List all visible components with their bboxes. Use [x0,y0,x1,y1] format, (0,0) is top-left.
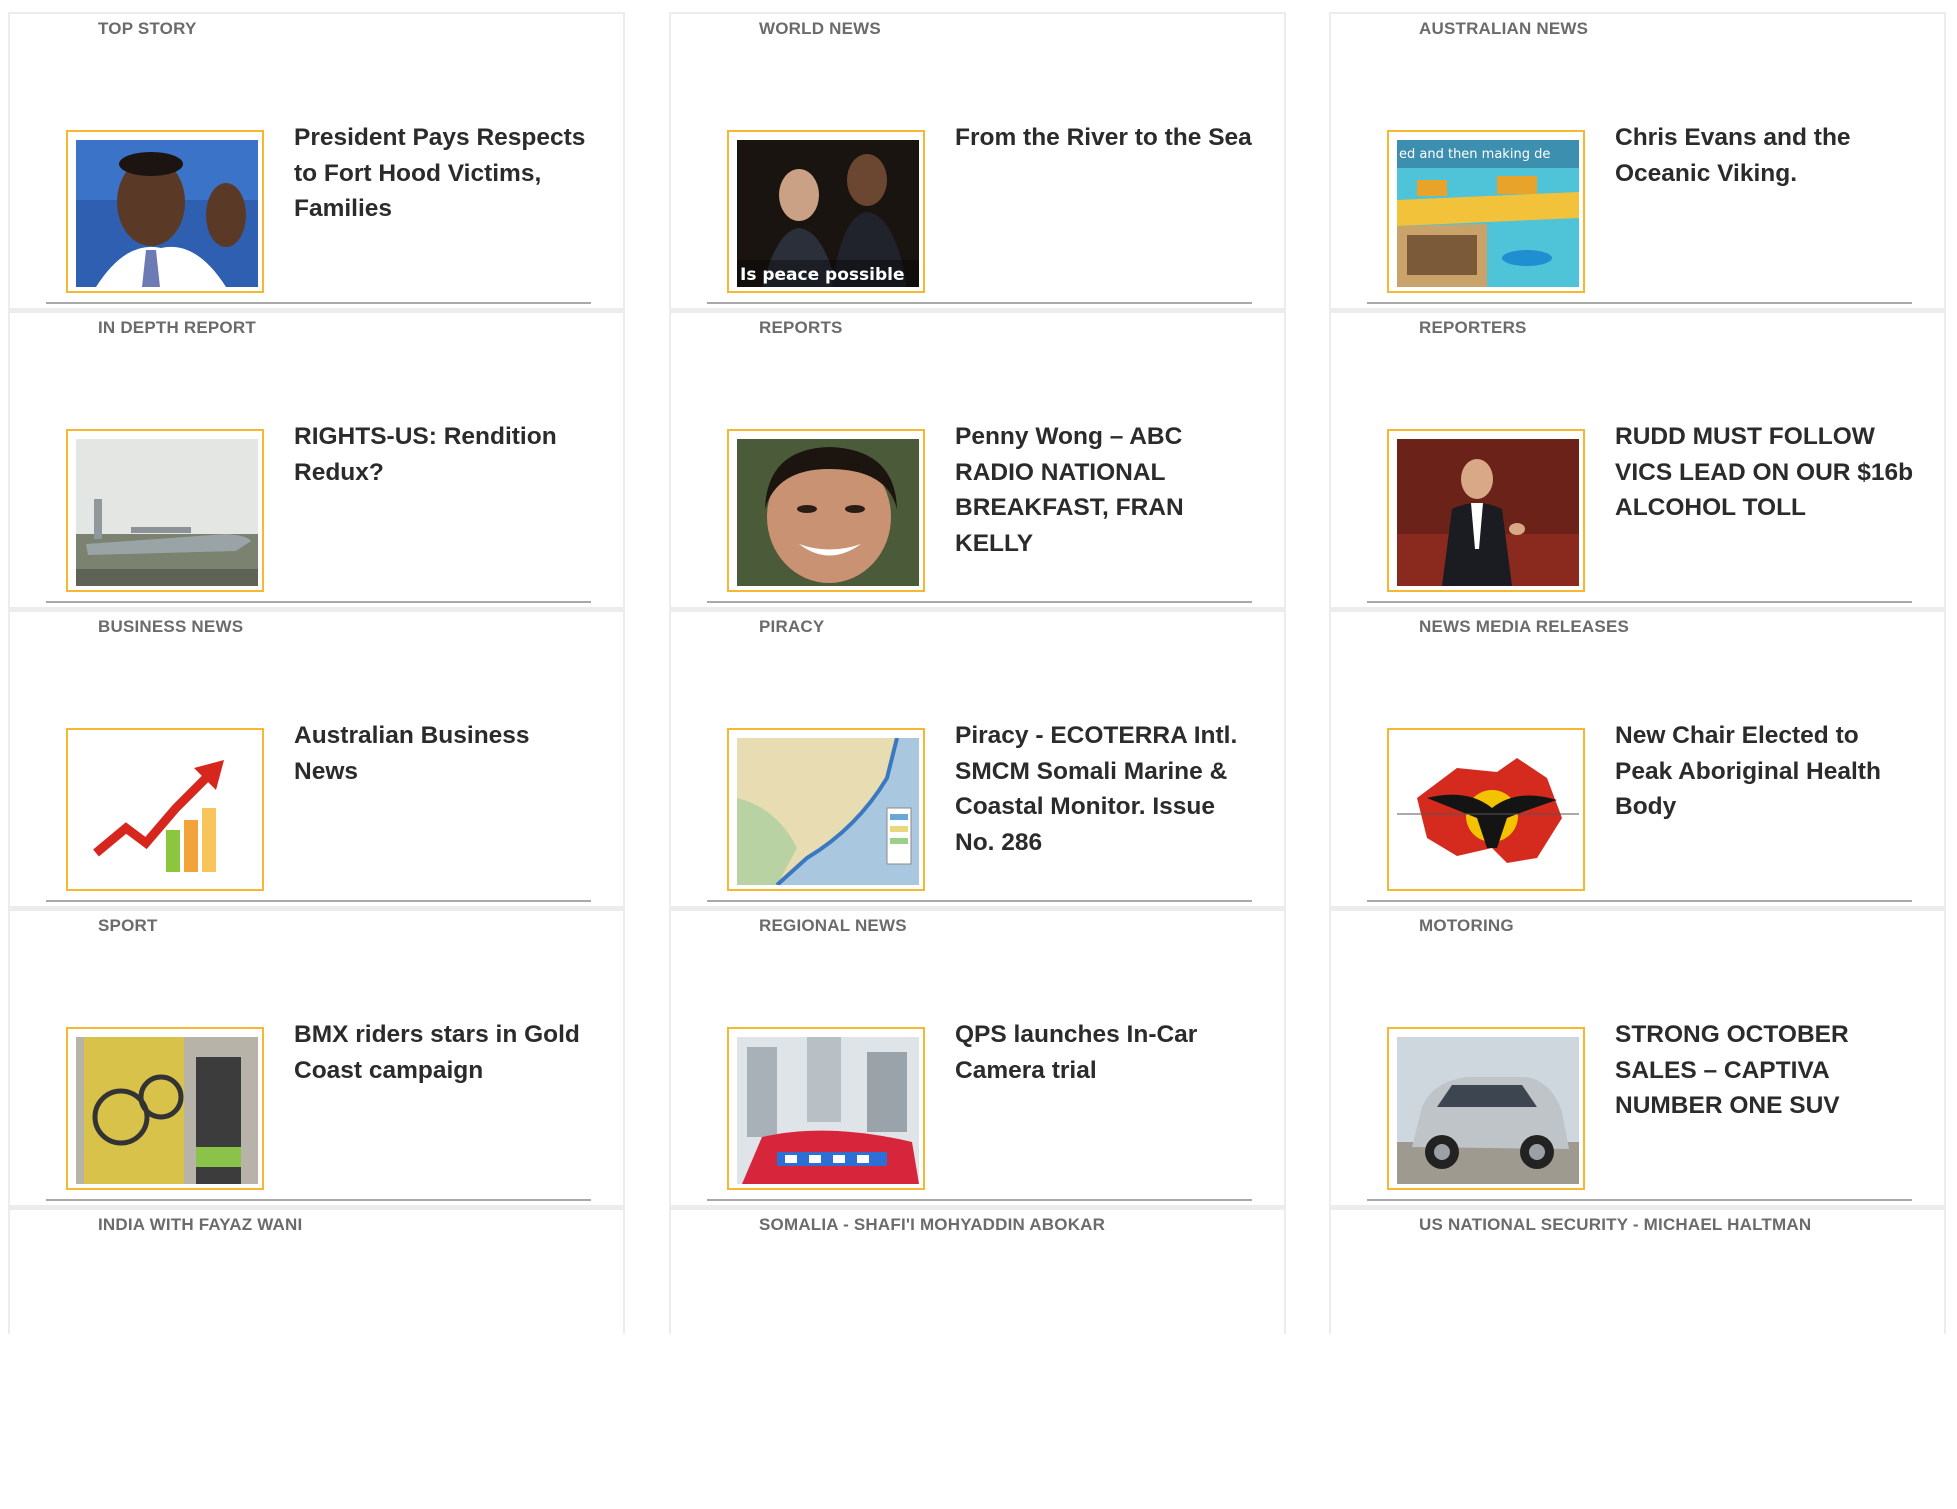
news-section: REGIONAL NEWS QPS launches In-Car Camera… [671,911,1284,1210]
section-divider [707,601,1252,603]
story-headline-link[interactable]: Piracy - ECOTERRA Intl. SMCM Somali Mari… [955,718,1255,860]
section-label: AUSTRALIAN NEWS [1419,19,1588,39]
story-thumbnail[interactable] [66,728,264,891]
news-column-2: WORLD NEWS Is peace possible From the Ri… [669,12,1286,1334]
bmx-poster-icon [76,1037,258,1184]
section-label: PIRACY [759,617,824,637]
story-headline-link[interactable]: President Pays Respects to Fort Hood Vic… [294,120,594,227]
section-divider [46,601,591,603]
section-label: SOMALIA - SHAFI'I MOHYADDIN ABOKAR [759,1215,1105,1235]
news-section: SOMALIA - SHAFI'I MOHYADDIN ABOKAR [671,1210,1284,1509]
section-label: REPORTS [759,318,843,338]
story-headline-link[interactable]: BMX riders stars in Gold Coast campaign [294,1017,594,1088]
story-thumbnail[interactable] [66,1027,264,1190]
news-section: PIRACY Piracy - ECOTERRA Intl. SMCM Soma… [671,612,1284,911]
story-thumbnail[interactable] [1387,728,1585,891]
section-divider [1367,900,1912,902]
parliament-photo-icon [1397,439,1579,586]
news-section: BUSINESS NEWS Australian Business News [10,612,623,911]
map-icon [737,738,919,885]
section-divider [46,900,591,902]
story-headline-link[interactable]: STRONG OCTOBER SALES – CAPTIVA NUMBER ON… [1615,1017,1915,1124]
story-headline-link[interactable]: RUDD MUST FOLLOW VICS LEAD ON OUR $16b A… [1615,419,1915,526]
story-headline-link[interactable]: New Chair Elected to Peak Aboriginal Hea… [1615,718,1915,825]
section-divider [707,1199,1252,1201]
story-thumbnail[interactable] [727,728,925,891]
news-column-3: AUSTRALIAN NEWS ed and then making de Ch… [1329,12,1946,1334]
news-section: INDIA WITH FAYAZ WANI [10,1210,623,1509]
story-headline-link[interactable]: From the River to the Sea [955,120,1255,156]
section-label: NEWS MEDIA RELEASES [1419,617,1629,637]
news-section: WORLD NEWS Is peace possible From the Ri… [671,14,1284,313]
police-car-icon [737,1037,919,1184]
section-divider [1367,601,1912,603]
news-section: REPORTERS RUDD MUST FOLLOW VICS LEAD ON … [1331,313,1944,612]
section-label: REPORTERS [1419,318,1527,338]
news-section: MOTORING STRONG OCTOBER SALES – CAPTIVA … [1331,911,1944,1210]
story-thumbnail[interactable] [66,429,264,592]
growth-chart-icon [76,738,258,885]
story-thumbnail[interactable] [1387,1027,1585,1190]
ship-photo-icon: ed and then making de [1397,140,1579,287]
news-column-1: TOP STORY President Pays Respects to For… [8,12,625,1334]
section-divider [1367,1199,1912,1201]
portrait-photo-icon [737,439,919,586]
news-section: AUSTRALIAN NEWS ed and then making de Ch… [1331,14,1944,313]
news-section: TOP STORY President Pays Respects to For… [10,14,623,313]
aboriginal-health-logo-icon [1397,738,1579,885]
section-label: BUSINESS NEWS [98,617,243,637]
section-divider [1367,302,1912,304]
section-label: IN DEPTH REPORT [98,318,256,338]
section-label: TOP STORY [98,19,196,39]
section-divider [46,1199,591,1201]
portrait-photo-icon [76,140,258,287]
story-headline-link[interactable]: Australian Business News [294,718,594,789]
image-caption: Is peace possible [740,265,905,285]
story-thumbnail[interactable] [66,130,264,293]
news-section: IN DEPTH REPORT RIGHTS-US: Rendition Red… [10,313,623,612]
section-divider [46,302,591,304]
story-thumbnail[interactable] [727,1027,925,1190]
two-leaders-photo-icon: Is peace possible [737,140,919,287]
section-divider [707,900,1252,902]
story-headline-link[interactable]: QPS launches In-Car Camera trial [955,1017,1255,1088]
news-section: NEWS MEDIA RELEASES New Chair Elected to… [1331,612,1944,911]
story-headline-link[interactable]: Chris Evans and the Oceanic Viking. [1615,120,1915,191]
news-section: US NATIONAL SECURITY - MICHAEL HALTMAN [1331,1210,1944,1509]
story-thumbnail[interactable] [1387,429,1585,592]
story-headline-link[interactable]: Penny Wong – ABC RADIO NATIONAL BREAKFAS… [955,419,1255,561]
story-headline-link[interactable]: RIGHTS-US: Rendition Redux? [294,419,594,490]
news-section: SPORT BMX riders stars in Gold Coast cam… [10,911,623,1210]
news-section: REPORTS Penny Wong – ABC RADIO NATIONAL … [671,313,1284,612]
section-label: INDIA WITH FAYAZ WANI [98,1215,302,1235]
story-thumbnail[interactable]: Is peace possible [727,130,925,293]
section-divider [707,302,1252,304]
story-thumbnail[interactable]: ed and then making de [1387,130,1585,293]
section-label: US NATIONAL SECURITY - MICHAEL HALTMAN [1419,1215,1811,1235]
story-thumbnail[interactable] [727,429,925,592]
section-label: WORLD NEWS [759,19,881,39]
airplane-photo-icon [76,439,258,586]
section-label: SPORT [98,916,158,936]
section-label: MOTORING [1419,916,1514,936]
suv-photo-icon [1397,1037,1579,1184]
section-label: REGIONAL NEWS [759,916,907,936]
image-caption: ed and then making de [1399,147,1550,162]
